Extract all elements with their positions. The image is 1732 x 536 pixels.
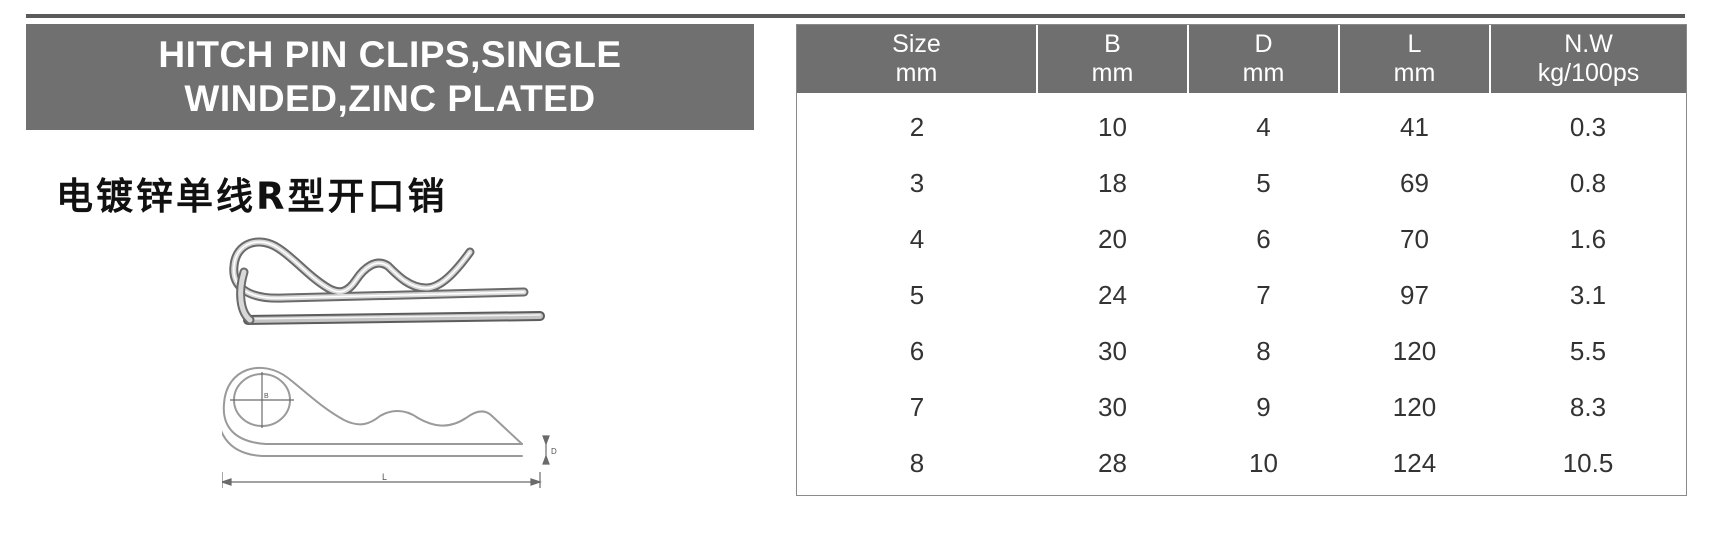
cell-size: 7	[909, 391, 925, 422]
cell-b: 10	[1098, 111, 1127, 142]
cell-l: 69	[1400, 167, 1429, 198]
cell-net-weight: 1.6	[1569, 223, 1607, 254]
cell-b: 30	[1098, 391, 1127, 422]
product-title-banner: HITCH PIN CLIPS,SINGLE WINDED,ZINC PLATE…	[26, 24, 754, 130]
cell-d: 4	[1256, 111, 1271, 142]
cell-size: 2	[909, 111, 925, 142]
cell-size: 6	[909, 335, 925, 366]
column-header-d: Dmm	[1187, 25, 1339, 93]
product-title-line-1: HITCH PIN CLIPS,SINGLE	[158, 34, 622, 75]
length-dimension-label: L	[382, 472, 387, 482]
cell-net-weight: 8.3	[1569, 391, 1607, 422]
product-title-line-2: WINDED,ZINC PLATED	[184, 78, 596, 119]
cell-size: 5	[909, 279, 925, 310]
cell-l: 70	[1400, 223, 1429, 254]
cell-d: 10	[1249, 447, 1278, 478]
table-row: 8 28 10 124 10.5	[797, 435, 1686, 491]
cell-net-weight: 3.1	[1569, 279, 1607, 310]
cell-net-weight: 0.8	[1569, 167, 1607, 198]
column-header-net-weight: N.W kg/100ps	[1489, 25, 1686, 93]
cell-d: 9	[1256, 391, 1271, 422]
cell-b: 30	[1098, 335, 1127, 366]
cell-b: 20	[1098, 223, 1127, 254]
hitch-pin-photo	[229, 237, 545, 325]
table-row: 7 30 9 120 8.3	[797, 379, 1686, 435]
diameter-dimension-label: D	[551, 447, 557, 456]
hitch-pin-dimension-drawing: L D B	[222, 366, 557, 488]
cell-l: 41	[1400, 111, 1429, 142]
column-header-b: Bmm	[1036, 25, 1188, 93]
cell-l: 120	[1392, 391, 1437, 422]
top-divider	[26, 14, 1685, 18]
cell-size: 4	[909, 223, 925, 254]
table-row: 6 30 8 120 5.5	[797, 323, 1686, 379]
table-row: 5 24 7 97 3.1	[797, 267, 1686, 323]
cell-l: 97	[1400, 279, 1429, 310]
cell-size: 8	[909, 447, 925, 478]
cell-b: 24	[1098, 279, 1127, 310]
column-header-size: Size mm	[797, 25, 1037, 93]
cell-l: 120	[1392, 335, 1437, 366]
cell-net-weight: 10.5	[1562, 447, 1614, 478]
bend-dimension-label: B	[264, 393, 269, 400]
specification-table: Size mm Bmm Dmm Lmm N.W kg/100ps 2 10 4 41 0.3…	[796, 24, 1687, 496]
table-row: 2 10 4 41 0.3	[797, 93, 1686, 155]
cell-d: 8	[1256, 335, 1271, 366]
table-header-row: Size mm Bmm Dmm Lmm N.W kg/100ps	[797, 25, 1686, 93]
product-title: HITCH PIN CLIPS,SINGLE WINDED,ZINC PLATE…	[90, 33, 690, 121]
cell-size: 3	[909, 167, 925, 198]
cell-d: 5	[1256, 167, 1271, 198]
cell-net-weight: 5.5	[1569, 335, 1607, 366]
cell-b: 28	[1098, 447, 1127, 478]
cell-net-weight: 0.3	[1569, 111, 1607, 142]
cell-d: 6	[1256, 223, 1271, 254]
column-header-l: Lmm	[1338, 25, 1490, 93]
cell-b: 18	[1098, 167, 1127, 198]
cell-d: 7	[1256, 279, 1271, 310]
table-row: 3 18 5 69 0.8	[797, 155, 1686, 211]
table-row: 4 20 6 70 1.6	[797, 211, 1686, 267]
product-chinese-name: 电镀锌单线R型开口销	[56, 175, 448, 218]
cell-l: 124	[1392, 447, 1437, 478]
